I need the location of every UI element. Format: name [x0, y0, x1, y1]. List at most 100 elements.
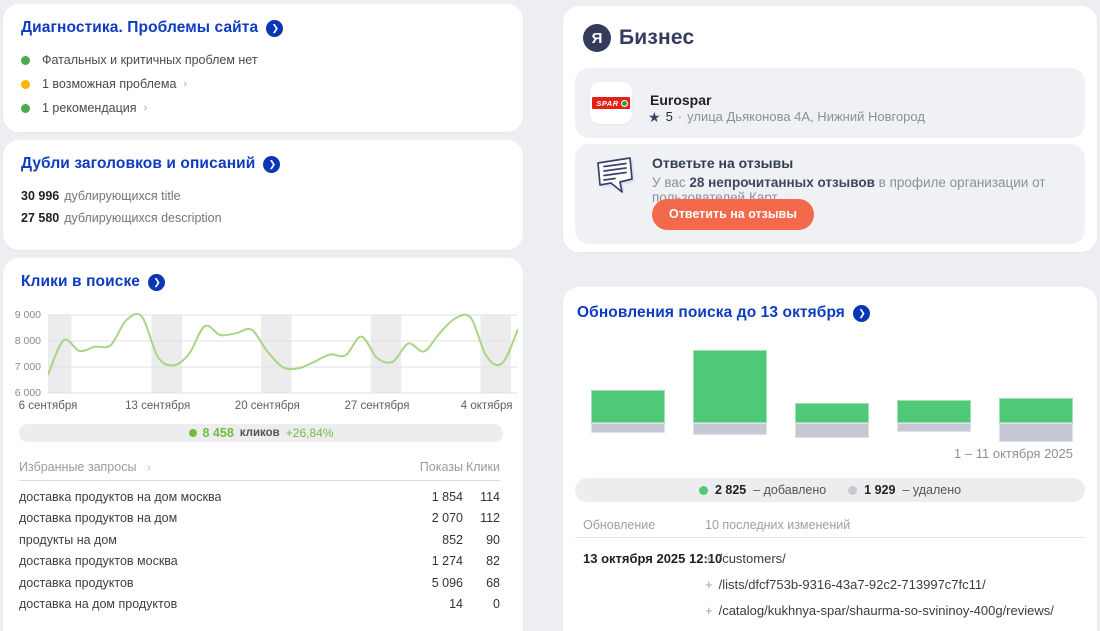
query-row[interactable]: доставка на дом продуктов140 [3, 594, 523, 616]
diagnostics-title: Диагностика. Проблемы сайта [21, 19, 258, 37]
duplicates-item: 30 996дублирующихся title [3, 185, 523, 207]
query-row[interactable]: доставка продуктов на дом москва1 854114 [3, 486, 523, 508]
updates-title-link[interactable]: Обновления поиска до 13 октября ❯ [563, 287, 1097, 322]
updates-period: 1 – 11 октября 2025 [954, 446, 1073, 461]
x-axis-tick: 13 сентября [125, 400, 190, 412]
chevron-right-icon: › [144, 102, 148, 114]
duplicates-title-link[interactable]: Дубли заголовков и описаний ❯ [3, 140, 523, 173]
query-clicks: 90 [463, 533, 500, 547]
query-text: доставка продуктов [19, 576, 134, 590]
changes-list: + /customers/ +/lists/dfcf753b-9316-43a7-9… [705, 551, 1054, 631]
query-clicks: 0 [463, 597, 500, 611]
status-dot-icon [21, 104, 30, 113]
change-item-link[interactable]: +/catalog/kukhnya-spar/shaurma-so-svinin… [705, 603, 1054, 629]
query-shows: 5 096 [403, 576, 463, 590]
yandex-business-logo: Я Бизнес [583, 24, 694, 52]
query-row[interactable]: доставка продуктов на дом2 070112 [3, 508, 523, 530]
query-text: доставка продуктов на дом [19, 511, 177, 525]
bar-removed-segment [795, 423, 869, 438]
organization-rating: 5 [666, 109, 673, 124]
reviews-title: Ответьте на отзывы [652, 155, 793, 171]
query-row[interactable]: продукты на дом 85290 [3, 529, 523, 551]
x-axis-tick: 27 сентября [344, 400, 409, 412]
status-dot-icon [21, 80, 30, 89]
webmaster-dashboard: Диагностика. Проблемы сайта ❯ Фатальных … [0, 0, 1100, 631]
diagnostics-item: Фатальных и критичных проблем нет [3, 48, 523, 72]
column-update: Обновление [583, 518, 655, 532]
query-shows: 852 [403, 533, 463, 547]
query-text: продукты на дом [19, 533, 117, 547]
status-dot-icon [21, 56, 30, 65]
organization-panel[interactable]: SPAR Eurospar ★ 5 · улица Дьяконова 4А, … [575, 68, 1085, 138]
plus-sign-icon: + [705, 603, 713, 618]
clicks-legend-dot [189, 429, 197, 437]
diagnostics-item-link[interactable]: 1 рекомендация› [3, 96, 523, 120]
arrow-right-circle-icon[interactable]: ❯ [263, 156, 280, 173]
x-axis-tick: 4 октября [461, 400, 513, 412]
duplicates-card: Дубли заголовков и описаний ❯ 30 996дубл… [3, 140, 523, 250]
plus-sign-icon: + [705, 551, 713, 566]
duplicates-item: 27 580 дублирующихся description [3, 207, 523, 229]
change-path: /customers/ [719, 551, 786, 566]
query-text: доставка на дом продуктов [19, 597, 177, 611]
organization-logo: SPAR [590, 82, 632, 124]
query-text: доставка продуктов москва [19, 554, 178, 568]
favorite-queries-table: доставка продуктов на дом москва1 854114… [3, 486, 523, 615]
y-axis-tick: 8 000 [3, 335, 41, 347]
speech-bubble-icon [593, 154, 639, 202]
bar-removed-segment [591, 423, 665, 433]
favorite-queries-header: Избранные запросы › Показы Клики [3, 460, 523, 474]
arrow-right-circle-icon[interactable]: ❯ [148, 274, 165, 291]
removed-label: – удалено [902, 483, 961, 497]
dot-separator: · [678, 109, 682, 124]
change-item-link[interactable]: +/lists/dfcf753b-9316-43a7-92c2-713997c7… [705, 577, 1054, 603]
favorite-queries-link[interactable]: Избранные запросы › [19, 460, 151, 474]
removed-legend-dot [848, 486, 857, 495]
update-date: 13 октября 2025 12:10 [583, 551, 722, 566]
query-shows: 1 274 [403, 554, 463, 568]
column-shows: Показы [403, 460, 463, 474]
spar-green-dot-icon [621, 100, 628, 107]
bar-added-segment [693, 350, 767, 423]
query-row[interactable]: доставка продуктов 5 09668 [3, 572, 523, 594]
bar-added-segment [591, 390, 665, 423]
answer-reviews-button[interactable]: Ответить на отзывы [652, 199, 814, 230]
query-row[interactable]: доставка продуктов москва 1 27482 [3, 551, 523, 573]
reviews-panel: Ответьте на отзывы У вас 28 непрочитанны… [575, 144, 1085, 244]
arrow-right-circle-icon[interactable]: ❯ [853, 305, 870, 322]
query-text: доставка продуктов на дом москва [19, 490, 221, 504]
diagnostics-list: Фатальных и критичных проблем нет1 возмо… [3, 48, 523, 120]
duplicates-count: 27 580 [21, 211, 59, 225]
bar-removed-segment [897, 423, 971, 432]
brand-name: Бизнес [619, 26, 694, 50]
query-clicks: 68 [463, 576, 500, 590]
y-axis-tick: 7 000 [3, 361, 41, 373]
query-clicks: 82 [463, 554, 500, 568]
search-updates-card: Обновления поиска до 13 октября ❯ 1 – 11… [563, 287, 1097, 631]
change-item-link[interactable]: + /customers/ [705, 551, 1054, 577]
unread-reviews-count: 28 непрочитанных отзывов [689, 175, 875, 190]
organization-meta: ★ 5 · улица Дьяконова 4А, Нижний Новгоро… [648, 109, 925, 124]
clicks-title-link[interactable]: Клики в поиске ❯ [3, 258, 523, 291]
search-clicks-card: Клики в поиске ❯ 9 0008 0007 0006 000 6 … [3, 258, 523, 631]
diagnostics-card: Диагностика. Проблемы сайта ❯ Фатальных … [3, 4, 523, 132]
bar-added-segment [897, 400, 971, 423]
organization-name: Eurospar [650, 92, 711, 108]
duplicates-label: дублирующихся description [64, 211, 221, 225]
plus-sign-icon: + [705, 577, 713, 592]
diagnostics-title-link[interactable]: Диагностика. Проблемы сайта ❯ [3, 4, 523, 37]
clicks-total-value: 8 458 [203, 426, 234, 440]
chevron-right-icon: › [183, 78, 187, 90]
diagnostics-item-link[interactable]: 1 возможная проблема› [3, 72, 523, 96]
column-last-changes: 10 последних изменений [705, 518, 850, 532]
organization-address: улица Дьяконова 4А, Нижний Новгород [687, 109, 925, 124]
arrow-right-circle-icon[interactable]: ❯ [266, 20, 283, 37]
divider [575, 537, 1085, 538]
bar-added-segment [795, 403, 869, 423]
star-icon: ★ [648, 110, 661, 124]
added-label: – добавлено [753, 483, 826, 497]
removed-value: 1 929 [864, 483, 895, 497]
duplicates-title: Дубли заголовков и описаний [21, 155, 255, 173]
updates-legend-pill: 2 825 – добавлено 1 929 – удалено [575, 478, 1085, 502]
added-legend-dot [699, 486, 708, 495]
